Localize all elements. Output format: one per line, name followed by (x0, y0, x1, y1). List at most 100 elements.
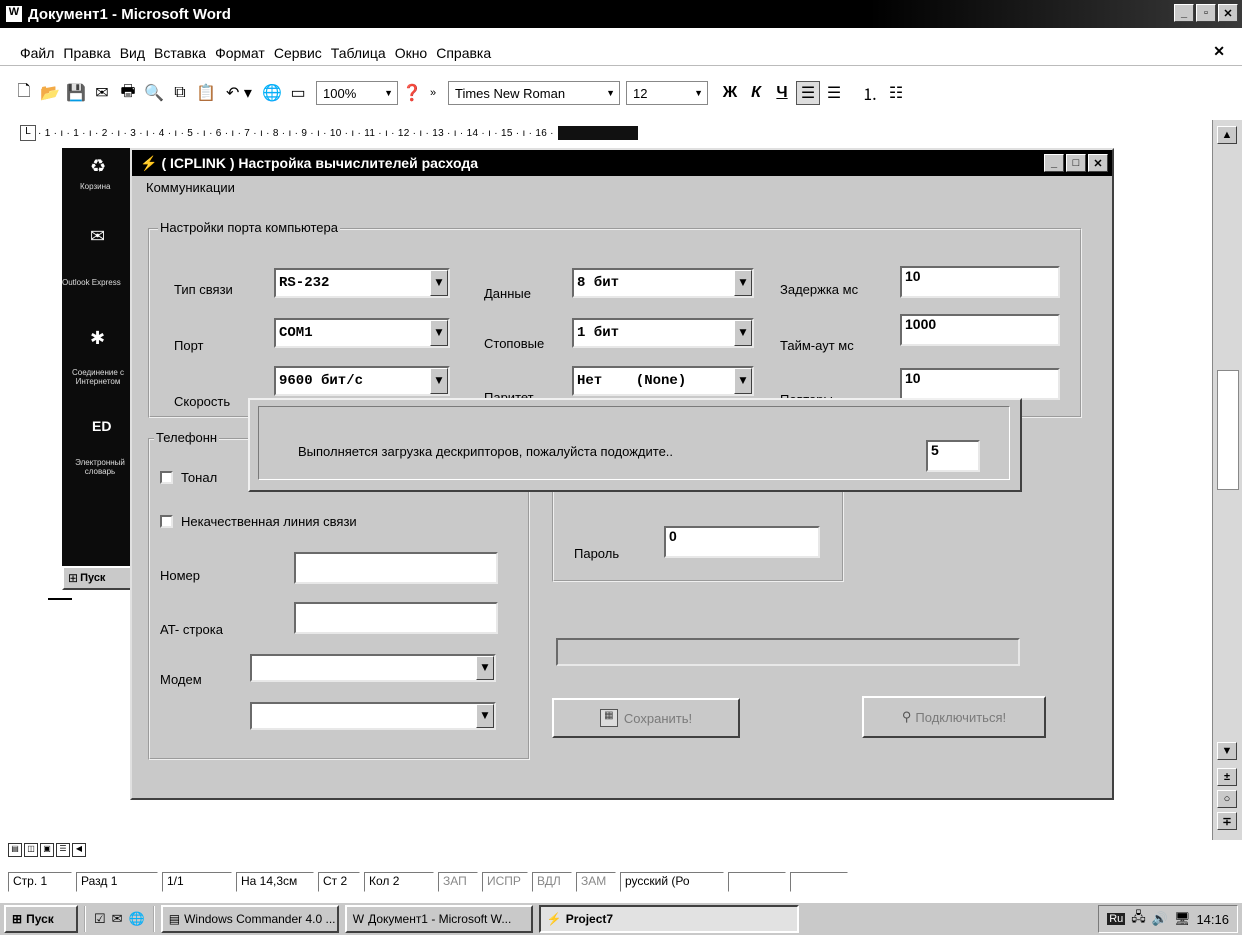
restore-icon[interactable]: ▫ (1196, 4, 1216, 22)
normal-view-icon[interactable]: ▤ (8, 843, 22, 857)
checkbox-icon[interactable] (160, 515, 173, 528)
menu-tools[interactable]: Сервис (274, 45, 322, 61)
volume-icon[interactable]: 🔊 (1152, 911, 1168, 927)
close-icon[interactable]: ✕ (1088, 154, 1108, 172)
retries-input[interactable]: 10 (900, 368, 1060, 400)
font-size-select[interactable]: 12 ▼ (626, 81, 708, 105)
numbered-list-icon[interactable]: ⒈ (858, 81, 882, 105)
password-input[interactable]: 0 (664, 526, 820, 558)
undo-icon[interactable]: ↶ ▾ (220, 81, 258, 105)
page-view-icon[interactable]: ▣ (40, 843, 54, 857)
scroll-left-icon[interactable]: ◀ (72, 843, 86, 857)
italic-icon[interactable]: К (744, 81, 768, 105)
number-input[interactable] (294, 552, 498, 584)
font-name-select[interactable]: Times New Roman ▼ (448, 81, 620, 105)
show-desktop-icon[interactable]: ☑ (94, 911, 106, 927)
connect-button[interactable]: ⚲ Подключиться! (862, 696, 1046, 738)
bulleted-list-icon[interactable]: ☷ (884, 81, 908, 105)
scroll-thumb[interactable] (1217, 370, 1239, 490)
browser-quick-icon[interactable]: 🌐 (129, 911, 145, 927)
stop-bits-select[interactable]: 1 бит ▼ (572, 318, 754, 348)
monitor-icon[interactable]: 🖥 (1174, 911, 1191, 927)
port-select[interactable]: COM1 ▼ (274, 318, 450, 348)
timeout-input[interactable]: 1000 (900, 314, 1060, 346)
speed-select[interactable]: 9600 бит/с ▼ (274, 366, 450, 396)
modem-select-2[interactable]: ▼ (250, 702, 496, 730)
chevron-down-icon[interactable]: ▼ (734, 320, 752, 346)
print-icon[interactable]: 🖶 (116, 81, 140, 105)
more-buttons-icon[interactable]: » (426, 81, 440, 105)
delay-input[interactable]: 10 (900, 266, 1060, 298)
network-icon[interactable]: 🖧 (1131, 908, 1146, 930)
hyperlink-icon[interactable]: 🌐 (260, 81, 284, 105)
minimize-icon[interactable]: _ (1044, 154, 1064, 172)
chevron-down-icon[interactable]: ▼ (734, 368, 752, 394)
open-folder-icon[interactable]: 📂 (38, 81, 62, 105)
email-icon[interactable]: ✉ (90, 81, 114, 105)
select-browse-object-icon[interactable]: ○ (1217, 790, 1237, 808)
start-button[interactable]: ⊞ Пуск (4, 905, 78, 933)
close-icon[interactable]: ✕ (1218, 4, 1238, 22)
vertical-scrollbar[interactable]: ▲ ▼ ± ○ ∓ (1212, 120, 1242, 840)
checkbox-icon[interactable] (160, 471, 173, 484)
chevron-down-icon[interactable]: ▼ (430, 368, 448, 394)
chevron-down-icon[interactable]: ▼ (476, 656, 494, 680)
menu-table[interactable]: Таблица (331, 45, 386, 61)
communications-menu[interactable]: Коммуникации (132, 176, 1112, 200)
tab-stop-icon[interactable]: L (20, 125, 36, 141)
status-trk[interactable]: ИСПР (482, 872, 528, 892)
outline-view-icon[interactable]: ☰ (56, 843, 70, 857)
chevron-down-icon[interactable]: ▼ (476, 704, 494, 728)
align-center-icon[interactable]: ☰ (822, 81, 846, 105)
paste-icon[interactable]: 📋 (194, 81, 218, 105)
table-icon[interactable]: ▭ (286, 81, 310, 105)
taskbar-item-commander[interactable]: ▤ Windows Commander 4.0 ... (160, 905, 339, 933)
save-icon[interactable]: 💾 (64, 81, 88, 105)
chevron-down-icon[interactable]: ▼ (430, 320, 448, 346)
keyboard-layout-icon[interactable]: Ru (1107, 913, 1126, 925)
status-rec[interactable]: ЗАП (438, 872, 478, 892)
new-document-icon[interactable]: 🗋 (12, 81, 36, 105)
floppy-icon: ▦ (599, 709, 618, 727)
bad-line-checkbox[interactable]: Некачественная линия связи (160, 514, 357, 529)
minimize-icon[interactable]: _ (1174, 4, 1194, 22)
menu-format[interactable]: Формат (215, 45, 265, 61)
taskbar-item-word[interactable]: W Документ1 - Microsoft W... (344, 905, 533, 933)
scroll-up-icon[interactable]: ▲ (1217, 126, 1237, 144)
help-icon[interactable]: ❓ (400, 81, 424, 105)
scroll-down-icon[interactable]: ▼ (1217, 742, 1237, 760)
save-button[interactable]: ▦ Сохранить! (552, 698, 740, 738)
align-left-icon[interactable]: ☰ (796, 81, 820, 105)
outlook-quick-icon[interactable]: ✉ (112, 911, 123, 927)
underline-icon[interactable]: Ч (770, 81, 794, 105)
conn-type-select[interactable]: RS-232 ▼ (274, 268, 450, 298)
menu-file[interactable]: Файл (20, 45, 54, 61)
status-ext[interactable]: ВДЛ (532, 872, 572, 892)
taskbar-item-project7[interactable]: ⚡ Project7 (538, 905, 799, 933)
menu-insert[interactable]: Вставка (154, 45, 206, 61)
menu-window[interactable]: Окно (395, 45, 428, 61)
print-preview-icon[interactable]: 🔍 (142, 81, 166, 105)
data-bits-select[interactable]: 8 бит ▼ (572, 268, 754, 298)
menu-view[interactable]: Вид (120, 45, 145, 61)
loading-popup: Выполняется загрузка дескрипторов, пожал… (248, 398, 1022, 492)
tone-dial-checkbox[interactable]: Тонал (160, 470, 217, 485)
copy-icon[interactable]: ⧉ (168, 81, 192, 105)
next-page-icon[interactable]: ∓ (1217, 812, 1237, 830)
modem-select[interactable]: ▼ (250, 654, 496, 682)
web-view-icon[interactable]: ◫ (24, 843, 38, 857)
zoom-select[interactable]: 100% ▼ (316, 81, 398, 105)
doc-close-icon[interactable]: ✕ (1213, 43, 1225, 60)
mini-start-button: ⊞ Пуск (62, 566, 134, 590)
menu-help[interactable]: Справка (436, 45, 491, 61)
chevron-down-icon[interactable]: ▼ (734, 270, 752, 296)
prev-page-icon[interactable]: ± (1217, 768, 1237, 786)
bold-icon[interactable]: Ж (718, 81, 742, 105)
status-ovr[interactable]: ЗАМ (576, 872, 616, 892)
desktop-strip: ♻ Корзина ✉ Outlook Express ✱ Соединение… (62, 148, 140, 568)
menu-edit[interactable]: Правка (63, 45, 110, 61)
chevron-down-icon[interactable]: ▼ (430, 270, 448, 296)
maximize-icon[interactable]: □ (1066, 154, 1086, 172)
parity-select[interactable]: Нет (None) ▼ (572, 366, 754, 396)
at-string-input[interactable] (294, 602, 498, 634)
